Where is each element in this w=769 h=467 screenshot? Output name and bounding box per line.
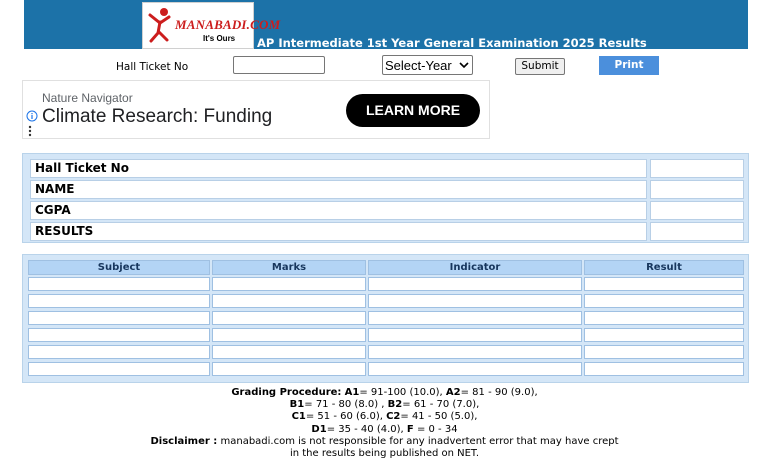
table-cell xyxy=(28,345,210,359)
grade-d1-label: D1 xyxy=(311,423,327,435)
grade-a2-label: A2 xyxy=(445,387,461,398)
grading-label: Grading Procedure: xyxy=(231,387,342,398)
column-header-indicator: Indicator xyxy=(368,260,582,275)
ad-source: Nature Navigator xyxy=(42,91,133,105)
info-row-results: RESULTS xyxy=(30,222,747,241)
disclaimer-text: manabadi.com is not responsible for any … xyxy=(220,435,619,447)
info-value xyxy=(650,180,744,199)
table-cell xyxy=(28,311,210,325)
info-label: NAME xyxy=(30,180,647,199)
table-cell xyxy=(212,294,366,308)
ad-banner[interactable]: Nature Navigator Climate Research: Fundi… xyxy=(22,80,490,139)
table-cell xyxy=(28,362,210,376)
header-bar: MANABADI.COM It's Ours AP Intermediate 1… xyxy=(24,0,748,50)
print-button[interactable]: Print xyxy=(599,56,659,75)
table-cell xyxy=(368,311,582,325)
grade-c2-label: C2 xyxy=(386,411,401,423)
grading-line-4: D1= 35 - 40 (4.0), F = 0 - 34 xyxy=(0,424,769,436)
table-cell xyxy=(584,311,744,325)
info-row-name: NAME xyxy=(30,180,747,199)
table-cell xyxy=(28,294,210,308)
disclaimer-line-1: Disclaimer : manabadi.com is not respons… xyxy=(0,436,769,448)
grade-a1-label: A1 xyxy=(344,387,360,398)
table-cell xyxy=(368,294,582,308)
table-cell xyxy=(584,362,744,376)
table-cell xyxy=(368,362,582,376)
ad-headline[interactable]: Climate Research: Funding xyxy=(42,106,272,128)
grade-b1-label: B1 xyxy=(289,399,305,411)
table-cell xyxy=(368,345,582,359)
grading-line-3: C1= 51 - 60 (6.0), C2= 41 - 50 (5.0), xyxy=(0,411,769,423)
table-cell xyxy=(212,362,366,376)
table-cell xyxy=(212,311,366,325)
disclaimer-label: Disclaimer : xyxy=(150,435,218,447)
info-value xyxy=(650,222,744,241)
table-cell xyxy=(584,345,744,359)
grade-c1-range: = 51 - 60 (6.0), xyxy=(305,411,383,423)
hall-ticket-input[interactable] xyxy=(233,56,325,74)
learn-more-button[interactable]: LEARN MORE xyxy=(346,94,480,127)
grade-d1-range: = 35 - 40 (4.0), xyxy=(326,423,404,435)
info-label: RESULTS xyxy=(30,222,647,241)
info-label: CGPA xyxy=(30,201,647,220)
column-header-subject: Subject xyxy=(28,260,210,275)
logo-wordmark: MANABADI.COM xyxy=(175,17,281,32)
grade-f-label: F xyxy=(406,423,414,435)
info-value xyxy=(650,201,744,220)
marks-table: Subject Marks Indicator Result xyxy=(22,254,749,383)
grade-c1-label: C1 xyxy=(291,411,306,423)
page-title: AP Intermediate 1st Year General Examina… xyxy=(257,36,647,50)
grading-footer: Grading Procedure: A1= 91-100 (10.0), A2… xyxy=(0,387,769,460)
grade-f-range: = 0 - 34 xyxy=(416,423,458,435)
table-cell xyxy=(28,328,210,342)
table-cell xyxy=(368,277,582,291)
table-cell xyxy=(212,345,366,359)
grade-b1-range: = 71 - 80 (8.0) , xyxy=(304,399,385,411)
grade-c2-range: = 41 - 50 (5.0), xyxy=(400,411,478,423)
info-icon[interactable] xyxy=(26,110,38,122)
info-row-cgpa: CGPA xyxy=(30,201,747,220)
disclaimer-line-2: in the results being published on NET. xyxy=(289,448,480,460)
grading-line-2: B1= 71 - 80 (8.0) , B2= 61 - 70 (7.0), xyxy=(0,399,769,411)
grade-a2-range: = 81 - 90 (9.0), xyxy=(460,387,538,398)
info-row-hall-ticket: Hall Ticket No xyxy=(30,159,747,178)
student-info-panel: Hall Ticket No NAME CGPA RESULTS xyxy=(22,153,749,243)
table-cell xyxy=(212,328,366,342)
more-options-icon[interactable] xyxy=(28,125,32,137)
table-cell xyxy=(584,294,744,308)
table-cell xyxy=(28,277,210,291)
column-header-result: Result xyxy=(584,260,744,275)
manabadi-logo[interactable]: MANABADI.COM It's Ours xyxy=(142,2,280,49)
year-select-value: Select-Year xyxy=(385,57,452,73)
logo-tagline: It's Ours xyxy=(203,34,236,43)
grade-a1-range: = 91-100 (10.0), xyxy=(359,387,443,398)
info-label: Hall Ticket No xyxy=(30,159,647,178)
person-logo-icon xyxy=(148,8,171,43)
column-header-marks: Marks xyxy=(212,260,366,275)
submit-button[interactable]: Submit xyxy=(515,58,565,75)
info-value xyxy=(650,159,744,178)
table-cell xyxy=(584,277,744,291)
table-cell xyxy=(212,277,366,291)
grade-b2-range: = 61 - 70 (7.0), xyxy=(402,399,480,411)
year-select[interactable]: Select-Year xyxy=(382,55,473,75)
grade-b2-label: B2 xyxy=(387,399,403,411)
hall-ticket-label: Hall Ticket No xyxy=(116,61,189,73)
grading-line-1: Grading Procedure: A1= 91-100 (10.0), A2… xyxy=(0,387,769,399)
table-cell xyxy=(584,328,744,342)
chevron-down-icon xyxy=(459,62,469,69)
table-cell xyxy=(368,328,582,342)
